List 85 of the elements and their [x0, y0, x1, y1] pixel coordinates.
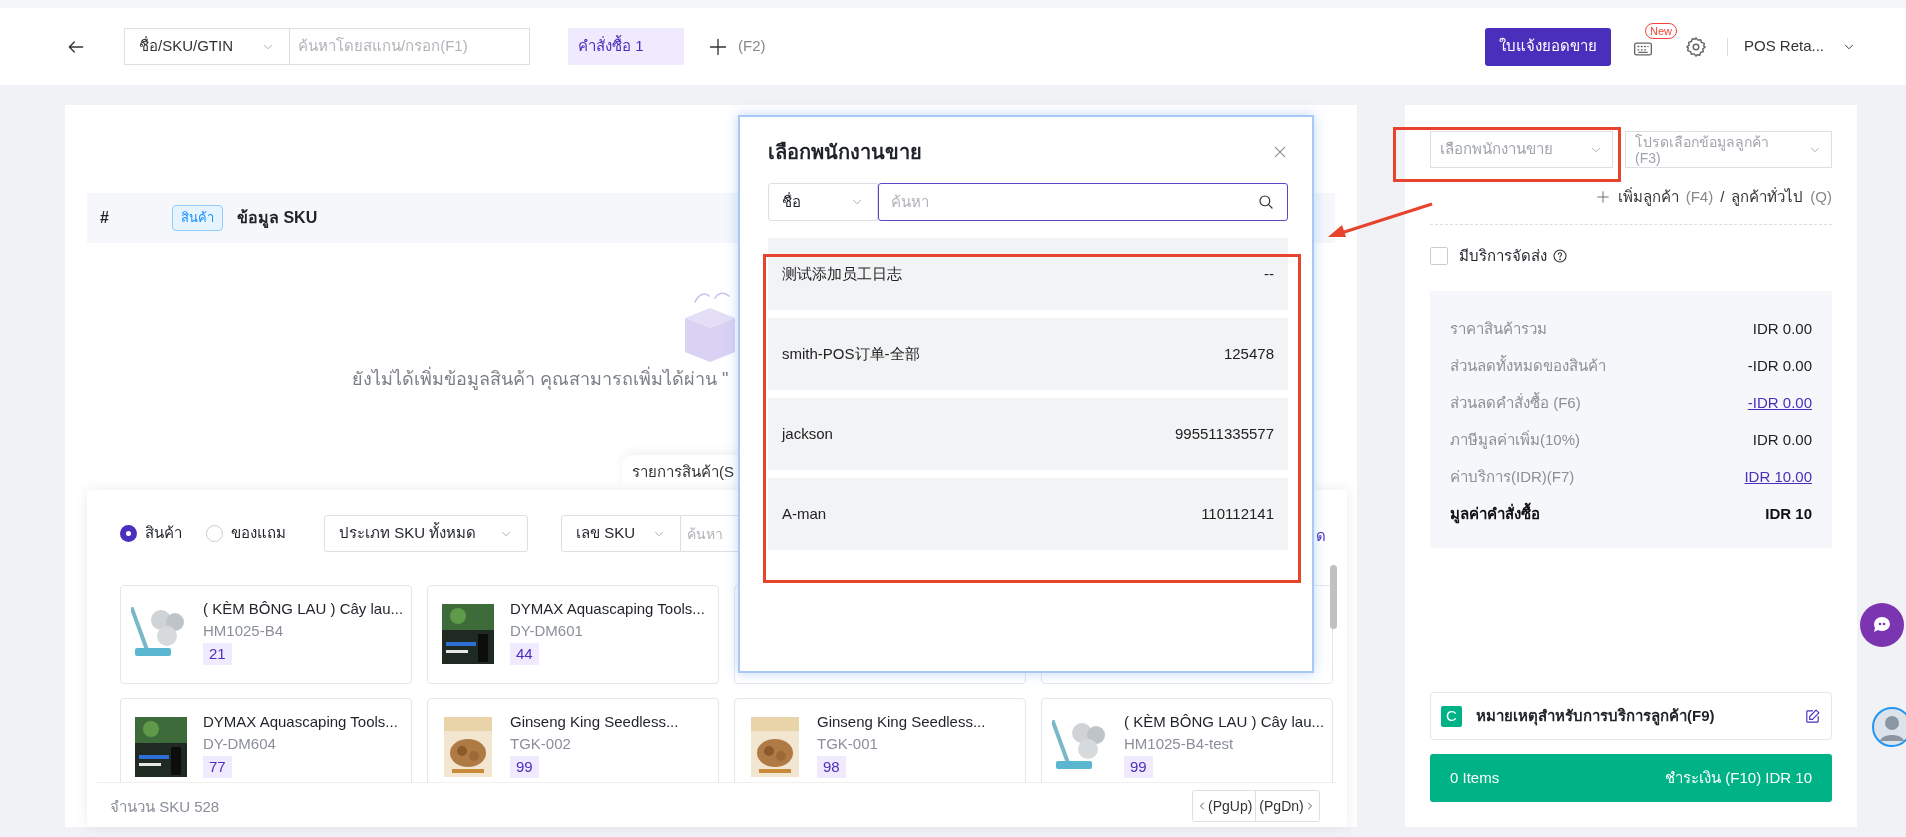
stock-badge: 44: [510, 642, 539, 665]
new-badge: New: [1644, 22, 1677, 39]
staff-search-field[interactable]: ค้นหา: [878, 183, 1288, 221]
separator-text: /: [1720, 187, 1725, 207]
product-card[interactable]: DYMAX Aquascaping Tools... DY-DM604 77: [120, 698, 412, 782]
summary-value: IDR 10: [1765, 504, 1812, 525]
column-header: ข้อมูล SKU: [237, 208, 318, 230]
order-tab[interactable]: คำสั่งซื้อ 1: [568, 28, 684, 65]
stock-badge: 99: [510, 755, 539, 778]
summary-label: มูลค่าคำสั่งซื้อ: [1450, 503, 1540, 526]
dialog-title: เลือกพนักงานขาย: [768, 140, 922, 165]
product-name: Ginseng King Seedless...: [510, 712, 679, 732]
scrollbar-thumb[interactable]: [1330, 565, 1337, 629]
product-sku: DY-DM604: [203, 733, 276, 754]
delivery-label: มีบริการจัดส่ง: [1459, 245, 1547, 266]
summary-label: ส่วนลดทั้งหมดของสินค้า: [1450, 355, 1606, 377]
radio-label: ของแถม: [231, 523, 286, 544]
shortcut-hint: (F2): [738, 36, 766, 57]
column-header: #: [100, 208, 110, 228]
product-name: ( KÈM BÔNG LAU ) Cây lau...: [203, 599, 404, 619]
search-type-select[interactable]: ชื่อ/SKU/GTIN: [124, 28, 290, 65]
summary-label: ค่าบริการ(IDR)(F7): [1450, 467, 1575, 488]
search-by-select[interactable]: เลข SKU: [561, 515, 681, 552]
link-text[interactable]: ด: [1316, 525, 1326, 548]
plus-icon[interactable]: [708, 36, 728, 57]
close-icon[interactable]: [1272, 144, 1288, 160]
filter-select[interactable]: ชื่อ: [768, 183, 878, 221]
add-customer-link[interactable]: เพิ่มลูกค้า: [1595, 186, 1679, 209]
sales-report-button[interactable]: ใบแจ้งยอดขาย: [1484, 27, 1611, 66]
product-sku: DY-DM601: [510, 620, 583, 641]
search-field[interactable]: ค้นหาโดยสแกน/กรอก(F1): [290, 28, 530, 65]
product-sku: HM1025-B4: [203, 620, 284, 641]
plus-icon: [1595, 190, 1610, 205]
sku-type-select[interactable]: ประเภท SKU ทั้งหมด: [324, 515, 528, 552]
product-name: DYMAX Aquascaping Tools...: [203, 712, 398, 732]
summary-value: IDR 0.00: [1752, 319, 1812, 340]
summary-link[interactable]: IDR 10.00: [1744, 466, 1812, 489]
summary-value: IDR 0.00: [1752, 430, 1812, 451]
product-name: ( KÈM BÔNG LAU ) Cây lau...: [1124, 712, 1325, 732]
stock-badge: 21: [203, 642, 232, 665]
shortcut-hint: (F4): [1685, 187, 1714, 207]
settings-icon[interactable]: [1684, 35, 1707, 58]
radio-label: สินค้า: [145, 523, 182, 544]
summary-label: ภาษีมูลค่าเพิ่ม(10%): [1450, 429, 1580, 451]
product-name: DYMAX Aquascaping Tools...: [510, 599, 705, 619]
sku-count: จำนวน SKU 528: [110, 797, 220, 817]
edit-icon[interactable]: [1804, 707, 1821, 725]
staff-row[interactable]: A-man 110112141: [768, 478, 1288, 550]
stock-badge: 77: [203, 755, 232, 778]
product-sku: HM1025-B4-test: [1124, 733, 1234, 754]
product-card[interactable]: DYMAX Aquascaping Tools... DY-DM601 44: [427, 585, 719, 684]
product-card[interactable]: Ginseng King Seedless... TGK-002 99: [427, 698, 719, 782]
summary-label: ราคาสินค้ารวม: [1450, 319, 1547, 340]
product-card[interactable]: Ginseng King Seedless... TGK-001 98: [734, 698, 1026, 782]
summary-value: -IDR 0.00: [1747, 356, 1812, 377]
summary-link[interactable]: -IDR 0.00: [1747, 392, 1812, 415]
product-card[interactable]: ( KÈM BÔNG LAU ) Cây lau... HM1025-B4 21: [120, 585, 412, 684]
shortcut-hint: (Q): [1810, 187, 1832, 207]
product-card[interactable]: ( KÈM BÔNG LAU ) Cây lau... HM1025-B4-test 99: [1041, 698, 1333, 782]
note-badge: C: [1441, 705, 1462, 727]
avatar-icon[interactable]: [1872, 707, 1906, 747]
summary-label: ส่วนลดคำสั่งซื้อ (F6): [1450, 392, 1581, 414]
staff-row[interactable]: smith-POS订单-全部 125478: [768, 318, 1288, 390]
staff-row[interactable]: 测试添加员工日志 --: [768, 238, 1288, 310]
radio-button[interactable]: [120, 525, 137, 542]
product-name: Ginseng King Seedless...: [817, 712, 986, 732]
note-card[interactable]: C หมายเหตุสำหรับการบริการลูกค้า(F9): [1430, 692, 1832, 740]
previous-page-button[interactable]: (PgUp): [1193, 791, 1257, 821]
product-tag: สินค้า: [172, 205, 223, 231]
staff-row[interactable]: jackson 995511335577: [768, 398, 1288, 470]
store-name[interactable]: POS Reta...: [1743, 35, 1824, 58]
help-icon: [1552, 247, 1568, 264]
chat-icon[interactable]: [1860, 603, 1904, 647]
product-sku: TGK-002: [510, 733, 571, 754]
stock-badge: 99: [1124, 755, 1153, 778]
search-icon: [1257, 193, 1275, 211]
staff-search-field[interactable]: ค้นหา: [891, 190, 1257, 214]
stock-badge: 98: [817, 755, 846, 778]
empty-state-text: ยังไม่ได้เพิ่มข้อมูลสินค้า คุณสามารถเพิ่มได้ผ่าน ": [352, 366, 729, 393]
next-page-button[interactable]: (PgDn): [1256, 791, 1319, 821]
walk-in-customer-link[interactable]: ลูกค้าทั่วไป: [1731, 186, 1804, 209]
radio-button[interactable]: [206, 525, 223, 542]
delivery-checkbox[interactable]: [1430, 246, 1448, 265]
product-sku: TGK-001: [817, 733, 878, 754]
note-label: หมายเหตุสำหรับการบริการลูกค้า(F9): [1476, 705, 1716, 728]
